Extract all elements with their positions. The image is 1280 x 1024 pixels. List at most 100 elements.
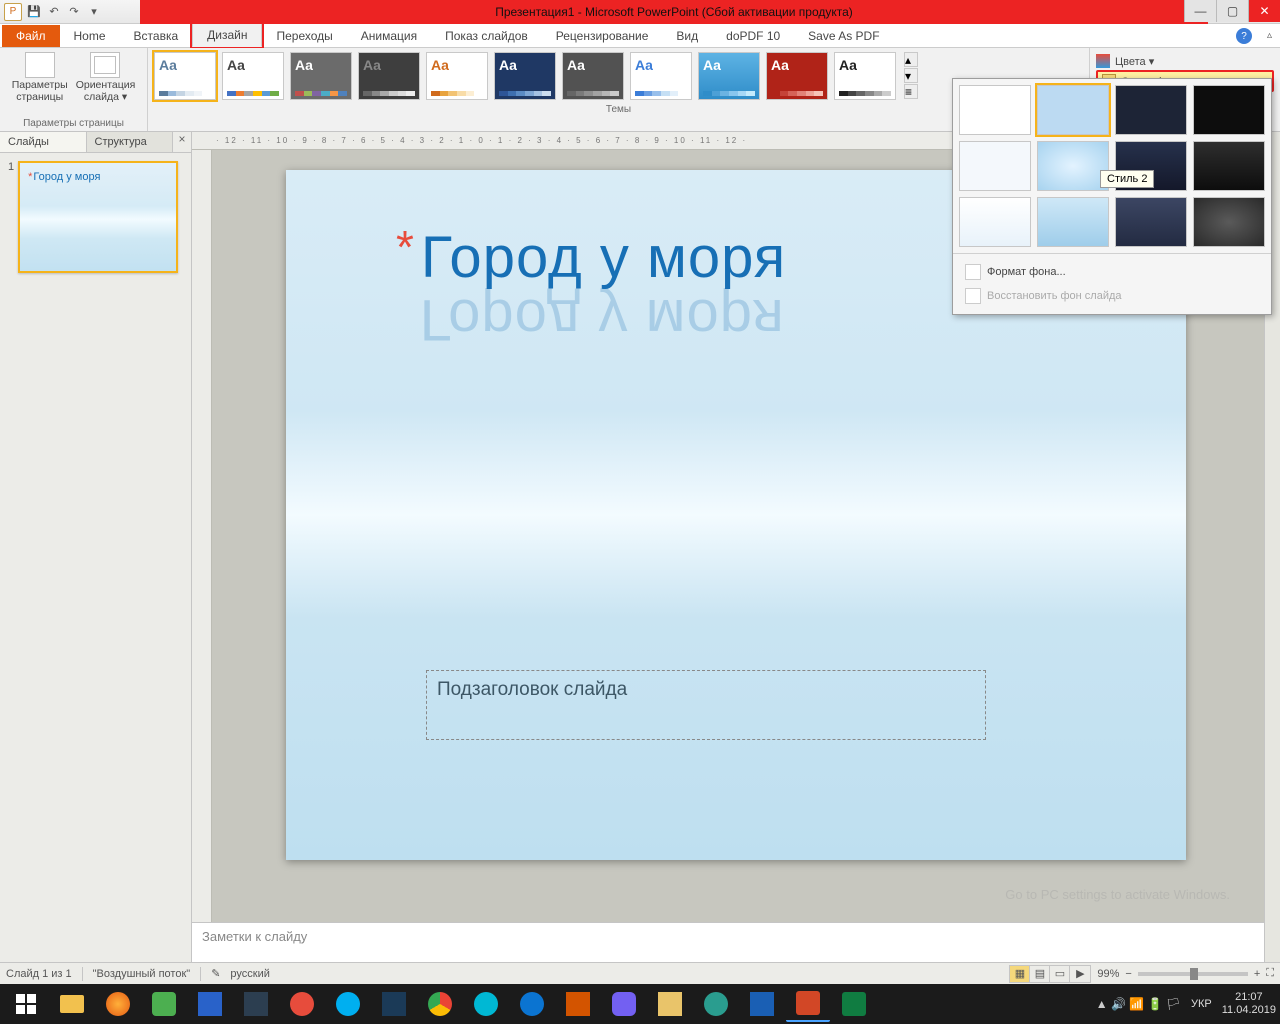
bg-style-option[interactable]: [1193, 197, 1265, 247]
bg-style-option[interactable]: [1193, 85, 1265, 135]
bg-style-option[interactable]: [959, 85, 1031, 135]
taskbar-app3[interactable]: [234, 986, 278, 1022]
theme-option[interactable]: Aa: [766, 52, 828, 100]
reset-background-menuitem: Восстановить фон слайда: [959, 284, 1265, 308]
status-slide-info: Слайд 1 из 1: [6, 968, 72, 980]
theme-option[interactable]: Aa: [834, 52, 896, 100]
bg-style-option[interactable]: [1193, 141, 1265, 191]
taskbar-explorer[interactable]: [50, 986, 94, 1022]
zoom-in-button[interactable]: +: [1254, 968, 1260, 980]
tab-transitions[interactable]: Переходы: [262, 25, 346, 47]
theme-option[interactable]: Aa: [562, 52, 624, 100]
tab-home[interactable]: Home: [60, 25, 120, 47]
spellcheck-icon[interactable]: ✎: [211, 967, 220, 980]
minimize-button[interactable]: —: [1184, 0, 1216, 22]
normal-view-button[interactable]: ▦: [1010, 966, 1030, 982]
maximize-button[interactable]: ▢: [1216, 0, 1248, 22]
taskbar-app7[interactable]: [694, 986, 738, 1022]
notes-pane[interactable]: Заметки к слайду Go to PC settings to ac…: [192, 922, 1264, 962]
taskbar-app8[interactable]: [740, 986, 784, 1022]
format-background-menuitem[interactable]: Формат фона...: [959, 260, 1265, 284]
ribbon-tabs: Файл Home Вставка Дизайн Переходы Анимац…: [0, 24, 1280, 48]
thumb-title: Город у моря: [28, 171, 168, 183]
save-icon[interactable]: 💾: [26, 4, 42, 20]
tab-savepdf[interactable]: Save As PDF: [794, 25, 893, 47]
background-styles-gallery: Стиль 2 Формат фона... Восстановить фон …: [952, 78, 1272, 315]
reset-icon: [965, 288, 981, 304]
theme-option[interactable]: Aa: [222, 52, 284, 100]
themes-scroll[interactable]: ▴▾≡: [904, 52, 918, 100]
bg-style-option[interactable]: [959, 141, 1031, 191]
taskbar-skype[interactable]: [326, 986, 370, 1022]
bg-style-option[interactable]: [1037, 197, 1109, 247]
help-icon[interactable]: ?: [1236, 28, 1252, 44]
taskbar-excel[interactable]: [832, 986, 876, 1022]
reading-view-button[interactable]: ▭: [1050, 966, 1070, 982]
theme-option[interactable]: Aa: [426, 52, 488, 100]
tab-dopdf[interactable]: doPDF 10: [712, 25, 794, 47]
taskbar-viber[interactable]: [602, 986, 646, 1022]
theme-option[interactable]: Aa: [154, 52, 216, 100]
start-button[interactable]: [4, 986, 48, 1022]
slides-tab[interactable]: Слайды: [0, 132, 87, 152]
theme-option[interactable]: Aa: [698, 52, 760, 100]
bg-style-option[interactable]: [959, 197, 1031, 247]
taskbar: ▲ 🔊 📶 🔋 🏳 УКР 21:07 11.04.2019: [0, 984, 1280, 1024]
taskbar-app6[interactable]: [648, 986, 692, 1022]
sorter-view-button[interactable]: ▤: [1030, 966, 1050, 982]
slide-subtitle-placeholder[interactable]: Подзаголовок слайда: [426, 670, 986, 740]
fit-window-button[interactable]: ⛶: [1266, 967, 1274, 980]
taskbar-powerpoint[interactable]: [786, 986, 830, 1022]
slides-panel: Слайды Структура × 1 Город у моря: [0, 132, 192, 962]
taskbar-opera[interactable]: [280, 986, 324, 1022]
ribbon-minimize-icon[interactable]: ▵: [1267, 30, 1272, 41]
qat-more-icon[interactable]: ▾: [86, 4, 102, 20]
taskbar-app2[interactable]: [188, 986, 232, 1022]
taskbar-app1[interactable]: [142, 986, 186, 1022]
bg-style-option[interactable]: [1115, 85, 1187, 135]
taskbar-app5[interactable]: [556, 986, 600, 1022]
slide-thumbnail-1[interactable]: 1 Город у моря: [8, 161, 183, 273]
themes-gallery: AaAaAaAaAaAaAaAaAaAaAa▴▾≡ Темы: [148, 48, 1090, 131]
slide-orientation-button[interactable]: Ориентация слайда ▾: [76, 52, 136, 103]
slideshow-view-button[interactable]: ▶: [1070, 966, 1090, 982]
bg-style-option[interactable]: Стиль 2: [1037, 141, 1109, 191]
taskbar-chrome[interactable]: [418, 986, 462, 1022]
theme-option[interactable]: Aa: [290, 52, 352, 100]
zoom-out-button[interactable]: −: [1125, 968, 1131, 980]
activation-watermark: Go to PC settings to activate Windows.: [1005, 887, 1230, 902]
taskbar-clock[interactable]: 21:07 11.04.2019: [1222, 991, 1276, 1017]
zoom-level[interactable]: 99%: [1097, 968, 1119, 980]
taskbar-vbox[interactable]: [372, 986, 416, 1022]
panel-close-icon[interactable]: ×: [173, 132, 191, 152]
status-theme: "Воздушный поток": [93, 968, 191, 980]
undo-icon[interactable]: ↶: [46, 4, 62, 20]
theme-option[interactable]: Aa: [494, 52, 556, 100]
tab-review[interactable]: Рецензирование: [542, 25, 663, 47]
theme-option[interactable]: Aa: [358, 52, 420, 100]
status-language[interactable]: русский: [230, 968, 269, 980]
tab-view[interactable]: Вид: [662, 25, 712, 47]
tab-file[interactable]: Файл: [2, 25, 60, 47]
bg-style-option[interactable]: [1037, 85, 1109, 135]
outline-tab[interactable]: Структура: [87, 132, 174, 152]
page-setup-button[interactable]: Параметры страницы: [12, 52, 68, 103]
paint-bucket-icon: [965, 264, 981, 280]
system-tray[interactable]: ▲ 🔊 📶 🔋 🏳: [1096, 997, 1181, 1011]
redo-icon[interactable]: ↷: [66, 4, 82, 20]
slide-title-text[interactable]: *Город у моря *Город у моря: [396, 220, 786, 291]
theme-option[interactable]: Aa: [630, 52, 692, 100]
bg-style-option[interactable]: [1115, 197, 1187, 247]
close-button[interactable]: ✕: [1248, 0, 1280, 22]
taskbar-teamviewer[interactable]: [510, 986, 554, 1022]
group-label-themes: Темы: [154, 104, 1083, 115]
taskbar-app4[interactable]: [464, 986, 508, 1022]
taskbar-firefox[interactable]: [96, 986, 140, 1022]
colors-dropdown[interactable]: Цвета ▾: [1096, 52, 1274, 70]
tab-insert[interactable]: Вставка: [120, 25, 193, 47]
tab-slideshow[interactable]: Показ слайдов: [431, 25, 542, 47]
zoom-slider[interactable]: [1138, 972, 1248, 976]
tab-design[interactable]: Дизайн: [192, 23, 262, 47]
tab-animation[interactable]: Анимация: [347, 25, 431, 47]
tray-language[interactable]: УКР: [1191, 998, 1212, 1010]
